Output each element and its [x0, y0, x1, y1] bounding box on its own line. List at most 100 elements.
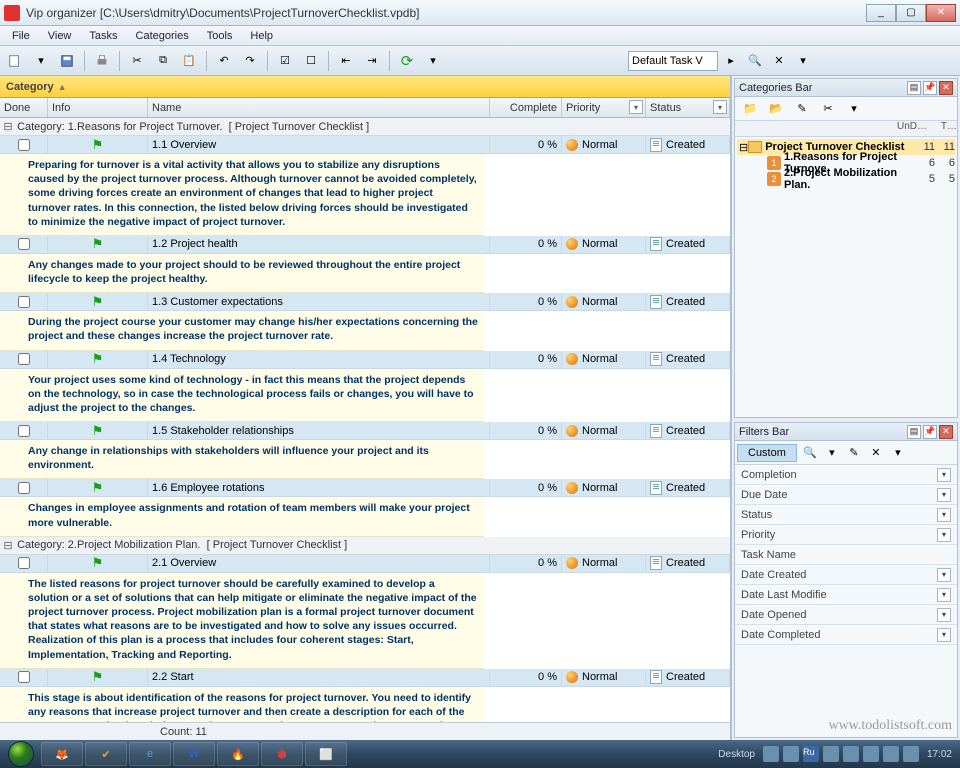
- indent-left-button[interactable]: ⇤: [335, 50, 357, 72]
- menu-tools[interactable]: Tools: [199, 28, 241, 44]
- undo-button[interactable]: ↶: [213, 50, 235, 72]
- toggle2-button[interactable]: ☐: [300, 50, 322, 72]
- filter-completion[interactable]: Completion▾: [735, 465, 957, 485]
- filter-dateopened[interactable]: Date Opened▾: [735, 605, 957, 625]
- task-template-find[interactable]: 🔍: [744, 50, 766, 72]
- menu-view[interactable]: View: [40, 28, 80, 44]
- menu-file[interactable]: File: [4, 28, 38, 44]
- filter-status[interactable]: Status▾: [735, 505, 957, 525]
- task-row[interactable]: ⚑ 1.4 Technology 0 % Normal Created: [0, 351, 730, 369]
- new-button[interactable]: [4, 50, 26, 72]
- cat-edit-button[interactable]: ✎: [791, 98, 813, 120]
- tree-item[interactable]: 2 2.Project Mobilization Plan. 5 5: [737, 171, 955, 187]
- taskbar-app4[interactable]: ⬜: [305, 742, 347, 766]
- cat-new2-button[interactable]: 📂: [765, 98, 787, 120]
- start-button[interactable]: [2, 740, 40, 768]
- tray-network-icon[interactable]: [903, 746, 919, 762]
- category-tree[interactable]: ⊟ Project Turnover Checklist 11 11 1 1.R…: [735, 137, 957, 417]
- col-status[interactable]: Status▾: [646, 98, 730, 117]
- taskbar-ie[interactable]: e: [129, 742, 171, 766]
- task-template-go[interactable]: ▸: [720, 50, 742, 72]
- filter-more-button[interactable]: ▾: [887, 442, 909, 464]
- minimize-button[interactable]: _: [866, 4, 896, 22]
- new-dropdown[interactable]: ▾: [30, 50, 52, 72]
- taskbar-app2[interactable]: 🔥: [217, 742, 259, 766]
- col-info[interactable]: Info: [48, 98, 148, 117]
- filter-priority[interactable]: Priority▾: [735, 525, 957, 545]
- refresh-button[interactable]: ⟳: [396, 50, 418, 72]
- filter-apply-button[interactable]: 🔍: [799, 442, 821, 464]
- refresh-dropdown[interactable]: ▾: [422, 50, 444, 72]
- tray-icon[interactable]: [863, 746, 879, 762]
- done-checkbox[interactable]: [18, 238, 30, 250]
- filter-taskname[interactable]: Task Name: [735, 545, 957, 565]
- task-row[interactable]: ⚑ 1.6 Employee rotations 0 % Normal Crea…: [0, 479, 730, 497]
- panel-menu-icon[interactable]: ▤: [907, 81, 921, 95]
- group-row[interactable]: ⊟ Category: 2.Project Mobilization Plan.…: [0, 537, 730, 555]
- task-template-clear[interactable]: ✕: [768, 50, 790, 72]
- menu-categories[interactable]: Categories: [128, 28, 197, 44]
- col-name[interactable]: Name: [148, 98, 490, 117]
- col-done[interactable]: Done: [0, 98, 48, 117]
- panel-close-icon[interactable]: ✕: [939, 425, 953, 439]
- tray-volume-icon[interactable]: [883, 746, 899, 762]
- col-priority[interactable]: Priority▾: [562, 98, 646, 117]
- task-row[interactable]: ⚑ 1.5 Stakeholder relationships 0 % Norm…: [0, 422, 730, 440]
- cut-button[interactable]: ✂: [126, 50, 148, 72]
- filter-datecreated[interactable]: Date Created▾: [735, 565, 957, 585]
- tray-icon[interactable]: [823, 746, 839, 762]
- tray-lang[interactable]: Ru: [803, 746, 819, 762]
- filter-edit-button[interactable]: ✎: [843, 442, 865, 464]
- done-checkbox[interactable]: [18, 139, 30, 151]
- close-button[interactable]: ✕: [926, 4, 956, 22]
- tray-icon[interactable]: [843, 746, 859, 762]
- task-row[interactable]: ⚑ 1.3 Customer expectations 0 % Normal C…: [0, 293, 730, 311]
- taskbar-word[interactable]: W: [173, 742, 215, 766]
- panel-close-icon[interactable]: ✕: [939, 81, 953, 95]
- menu-help[interactable]: Help: [242, 28, 281, 44]
- maximize-button[interactable]: ▢: [896, 4, 926, 22]
- priority-filter-icon[interactable]: ▾: [629, 100, 643, 114]
- status-filter-icon[interactable]: ▾: [713, 100, 727, 114]
- save-button[interactable]: [56, 50, 78, 72]
- taskbar-firefox[interactable]: 🦊: [41, 742, 83, 766]
- cat-new-button[interactable]: 📁: [739, 98, 761, 120]
- toggle1-button[interactable]: ☑: [274, 50, 296, 72]
- task-row[interactable]: ⚑ 2.1 Overview 0 % Normal Created: [0, 555, 730, 573]
- tray-icon[interactable]: [783, 746, 799, 762]
- cat-del-button[interactable]: ✂: [817, 98, 839, 120]
- panel-pin-icon[interactable]: 📌: [923, 425, 937, 439]
- print-button[interactable]: [91, 50, 113, 72]
- indent-right-button[interactable]: ⇥: [361, 50, 383, 72]
- filter-custom-button[interactable]: Custom: [737, 444, 797, 462]
- tray-clock[interactable]: 17:02: [927, 749, 952, 760]
- redo-button[interactable]: ↷: [239, 50, 261, 72]
- col-complete[interactable]: Complete: [490, 98, 562, 117]
- grid-body[interactable]: ⊟ Category: 1.Reasons for Project Turnov…: [0, 118, 730, 722]
- filter-duedate[interactable]: Due Date▾: [735, 485, 957, 505]
- task-row[interactable]: ⚑ 1.2 Project health 0 % Normal Created: [0, 236, 730, 254]
- group-row[interactable]: ⊟ Category: 1.Reasons for Project Turnov…: [0, 118, 730, 136]
- task-template-input[interactable]: [628, 51, 718, 71]
- filter-datemodified[interactable]: Date Last Modifie▾: [735, 585, 957, 605]
- menu-tasks[interactable]: Tasks: [81, 28, 125, 44]
- task-row[interactable]: ⚑ 2.2 Start 0 % Normal Created: [0, 669, 730, 687]
- task-note: Any changes made to your project should …: [0, 254, 484, 293]
- paste-button[interactable]: 📋: [178, 50, 200, 72]
- chevron-down-icon[interactable]: ▾: [937, 468, 951, 482]
- taskbar-app3[interactable]: ⬢: [261, 742, 303, 766]
- filter-clear-button[interactable]: ✕: [865, 442, 887, 464]
- task-row[interactable]: ⚑ 1.1 Overview 0 % Normal Created: [0, 136, 730, 154]
- filter-datecompleted[interactable]: Date Completed▾: [735, 625, 957, 645]
- filter-apply-dropdown[interactable]: ▾: [821, 442, 843, 464]
- show-desktop[interactable]: Desktop: [718, 749, 755, 760]
- copy-button[interactable]: ⧉: [152, 50, 174, 72]
- tray-icon[interactable]: [763, 746, 779, 762]
- category-band[interactable]: Category ▲: [0, 76, 730, 98]
- cat-more-button[interactable]: ▾: [843, 98, 865, 120]
- app-icon: [4, 5, 20, 21]
- panel-menu-icon[interactable]: ▤: [907, 425, 921, 439]
- taskbar-app1[interactable]: ✔: [85, 742, 127, 766]
- task-template-more[interactable]: ▾: [792, 50, 814, 72]
- panel-pin-icon[interactable]: 📌: [923, 81, 937, 95]
